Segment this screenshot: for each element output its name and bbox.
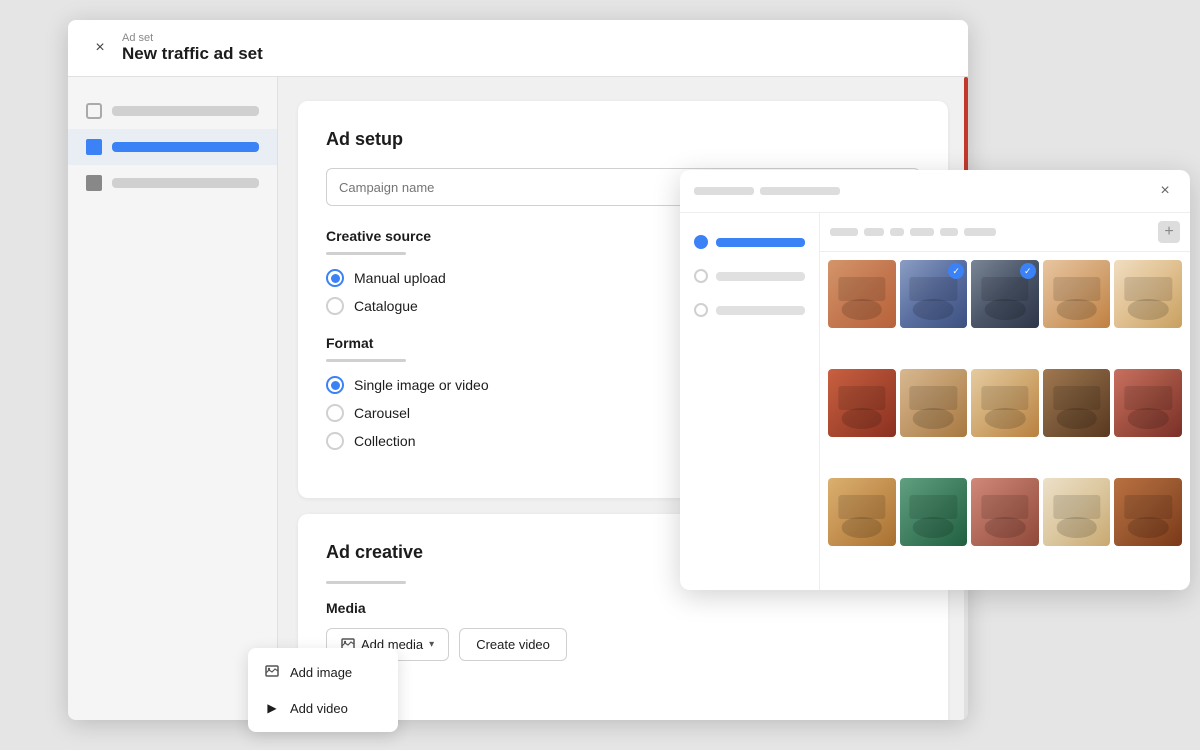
format-divider — [326, 359, 406, 362]
picker-sidebar — [680, 213, 820, 590]
modal-header-label: Ad set — [122, 32, 263, 44]
modal-close-button[interactable]: × — [88, 36, 112, 60]
picker-radio-selected — [694, 235, 708, 249]
radio-catalogue-label: Catalogue — [354, 298, 418, 314]
picker-image-4[interactable] — [1043, 260, 1111, 328]
picker-image-11[interactable] — [828, 478, 896, 546]
picker-image-15[interactable] — [1114, 478, 1182, 546]
ad-creative-divider — [326, 581, 406, 584]
picker-image-thumb-10 — [1114, 369, 1182, 437]
radio-catalogue-circle — [326, 297, 344, 315]
radio-carousel-label: Carousel — [354, 405, 410, 421]
picker-toolbar-item-2 — [864, 228, 884, 236]
picker-toolbar-item-6 — [964, 228, 996, 236]
add-video-icon: ▶ — [264, 700, 280, 716]
picker-close-button[interactable]: × — [1154, 180, 1176, 202]
radio-single-label: Single image or video — [354, 377, 489, 393]
picker-plus-button[interactable]: + — [1158, 221, 1180, 243]
picker-image-thumb-14 — [1043, 478, 1111, 546]
picker-image-5[interactable] — [1114, 260, 1182, 328]
add-media-dropdown: Add image ▶ Add video — [248, 648, 398, 732]
picker-radio-3 — [694, 303, 708, 317]
picker-sidebar-bar-active — [716, 238, 805, 247]
folder-icon — [86, 103, 102, 119]
picker-image-14[interactable] — [1043, 478, 1111, 546]
picker-image-9[interactable] — [1043, 369, 1111, 437]
picker-header-bar-1 — [694, 187, 754, 195]
picker-image-13[interactable] — [971, 478, 1039, 546]
sidebar-item-bar-active — [112, 142, 259, 152]
picker-image-thumb-4 — [1043, 260, 1111, 328]
picker-toolbar: + — [820, 213, 1190, 252]
grid-icon — [86, 139, 102, 155]
picker-toolbar-item-1 — [830, 228, 858, 236]
picker-image-10[interactable] — [1114, 369, 1182, 437]
picker-image-thumb-6 — [828, 369, 896, 437]
picker-sidebar-item-3[interactable] — [680, 293, 819, 327]
picker-image-thumb-1 — [828, 260, 896, 328]
picker-image-thumb-8 — [971, 369, 1039, 437]
picker-toolbar-item-5 — [940, 228, 958, 236]
picker-image-thumb-5 — [1114, 260, 1182, 328]
dropdown-arrow: ▾ — [429, 639, 434, 650]
media-buttons: Add media ▾ Create video — [326, 628, 920, 661]
sidebar-item-bar — [112, 106, 259, 116]
media-section: Media Add media ▾ Create vi — [326, 600, 920, 661]
ad-setup-title: Ad setup — [326, 129, 920, 150]
radio-carousel-circle — [326, 404, 344, 422]
picker-sidebar-item-1[interactable] — [680, 225, 819, 259]
radio-collection-label: Collection — [354, 433, 415, 449]
sidebar — [68, 77, 278, 720]
picker-sidebar-bar-2 — [716, 272, 805, 281]
picker-main: + ✓ ✓ — [820, 213, 1190, 590]
picker-image-thumb-12 — [900, 478, 968, 546]
creative-source-divider — [326, 252, 406, 255]
modal-header-text: Ad set New traffic ad set — [122, 32, 263, 64]
modal-header-title: New traffic ad set — [122, 44, 263, 64]
radio-manual-label: Manual upload — [354, 270, 446, 286]
square-icon — [86, 175, 102, 191]
radio-collection-circle — [326, 432, 344, 450]
picker-toolbar-item-4 — [910, 228, 934, 236]
dropdown-add-video[interactable]: ▶ Add video — [248, 690, 398, 726]
picker-image-thumb-11 — [828, 478, 896, 546]
sidebar-item-folder[interactable] — [68, 93, 277, 129]
create-video-label: Create video — [476, 637, 550, 652]
create-video-button[interactable]: Create video — [459, 628, 567, 661]
sidebar-item-square[interactable] — [68, 165, 277, 201]
picker-image-8[interactable] — [971, 369, 1039, 437]
image-picker-panel: × — [680, 170, 1190, 590]
picker-sidebar-item-2[interactable] — [680, 259, 819, 293]
picker-image-3[interactable]: ✓ — [971, 260, 1039, 328]
picker-image-thumb-7 — [900, 369, 968, 437]
picker-body: + ✓ ✓ — [680, 213, 1190, 590]
dropdown-add-image[interactable]: Add image — [248, 654, 398, 690]
picker-sidebar-bar-3 — [716, 306, 805, 315]
picker-image-7[interactable] — [900, 369, 968, 437]
picker-header: × — [680, 170, 1190, 213]
add-image-icon — [264, 664, 280, 680]
picker-radio-2 — [694, 269, 708, 283]
dropdown-add-image-label: Add image — [290, 665, 352, 680]
picker-image-thumb-13 — [971, 478, 1039, 546]
sidebar-item-bar-2 — [112, 178, 259, 188]
sidebar-item-grid[interactable] — [68, 129, 277, 165]
picker-toolbar-item-3 — [890, 228, 904, 236]
radio-manual-circle — [326, 269, 344, 287]
picker-image-check-3: ✓ — [1020, 263, 1036, 279]
picker-image-1[interactable] — [828, 260, 896, 328]
radio-single-circle — [326, 376, 344, 394]
picker-image-thumb-15 — [1114, 478, 1182, 546]
dropdown-add-video-label: Add video — [290, 701, 348, 716]
picker-image-2[interactable]: ✓ — [900, 260, 968, 328]
picker-header-bar-2 — [760, 187, 840, 195]
media-label: Media — [326, 600, 920, 616]
modal-header: × Ad set New traffic ad set — [68, 20, 968, 77]
picker-image-6[interactable] — [828, 369, 896, 437]
picker-image-12[interactable] — [900, 478, 968, 546]
picker-image-thumb-9 — [1043, 369, 1111, 437]
picker-image-grid: ✓ ✓ — [820, 252, 1190, 590]
